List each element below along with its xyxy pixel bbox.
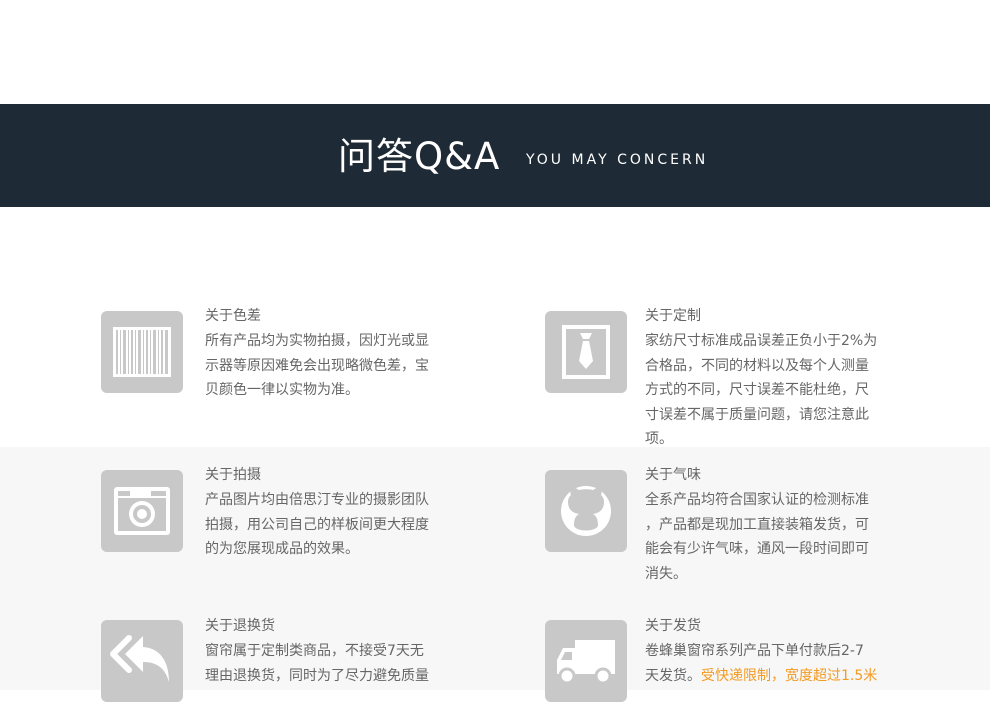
camera-icon [101,470,183,552]
item-body-photo: 产品图片均由倍思汀专业的摄影团队 拍摄，用公司自己的样板间更大程度 的为您展现成… [205,488,445,562]
body-line: 合格品，不同的材料以及每个人测量 [645,357,869,374]
body-line: 理由退换货，同时为了尽力避免质量 [205,667,429,684]
body-line: 方式的不同，尺寸误差不能杜绝，尺 [645,382,869,398]
body-line: 产品图片均由倍思汀专业的摄影团队 [205,492,429,508]
item-body-custom: 家纺尺寸标准成品误差正负小于2%为 合格品，不同的材料以及每个人测量 方式的不同… [645,329,885,452]
body-line-2: 天发货。受快递限制，宽度超过1.5米 [645,664,885,689]
item-body-smell: 全系产品均符合国家认证的检测标准 ，产品都是现加工直接装箱发货，可 能会有少许气… [645,488,885,586]
body-line: 拍摄，用公司自己的样板间更大程度 [205,516,429,533]
body-line: 消失。 [645,565,687,582]
body-text: 天发货。 [645,667,701,684]
item-title-return: 关于退换货 [205,618,275,634]
github-cat-icon [545,470,627,552]
body-line: 所有产品均为实物拍摄，因灯光或显 [205,333,429,349]
body-line: 项。 [645,431,673,447]
item-title-color: 关于色差 [205,308,261,324]
body-line: 全系产品均符合国家认证的检测标准 [645,492,869,508]
body-line: 窗帘属于定制类商品，不接受7天无 [205,643,424,659]
tie-icon [545,311,627,393]
qa-banner: 问答Q&A YOU MAY CONCERN [0,104,990,207]
body-line: 寸误差不属于质量问题，请您注意此 [645,406,869,423]
banner-subtitle: YOU MAY CONCERN [526,152,709,168]
item-body-return: 窗帘属于定制类商品，不接受7天无 理由退换货，同时为了尽力避免质量 [205,639,445,688]
banner-title: 问答Q&A [338,135,501,178]
body-line: ，产品都是现加工直接装箱发货，可 [645,516,869,533]
barcode-icon [101,311,183,393]
top-spacer [0,0,990,104]
item-title-shipping: 关于发货 [645,618,701,634]
body-line: 贝颜色一律以实物为准。 [205,382,359,398]
item-body-color: 所有产品均为实物拍摄，因灯光或显 示器等原因难免会出现略微色差，宝 贝颜色一律以… [205,329,445,403]
item-title-custom: 关于定制 [645,308,701,324]
item-title-smell: 关于气味 [645,467,701,483]
body-line: 的为您展现成品的效果。 [205,541,359,557]
body-line: 卷蜂巢窗帘系列产品下单付款后2-7 [645,643,864,659]
body-line: 家纺尺寸标准成品误差正负小于2%为 [645,333,878,349]
item-body-shipping: 卷蜂巢窗帘系列产品下单付款后2-7 天发货。受快递限制，宽度超过1.5米 [645,639,885,688]
item-title-photo: 关于拍摄 [205,467,261,483]
highlight-text: 受快递限制，宽度超过1.5米 [701,667,878,684]
body-line: 能会有少许气味，通风一段时间即可 [645,541,869,557]
body-line: 示器等原因难免会出现略微色差，宝 [205,357,429,374]
